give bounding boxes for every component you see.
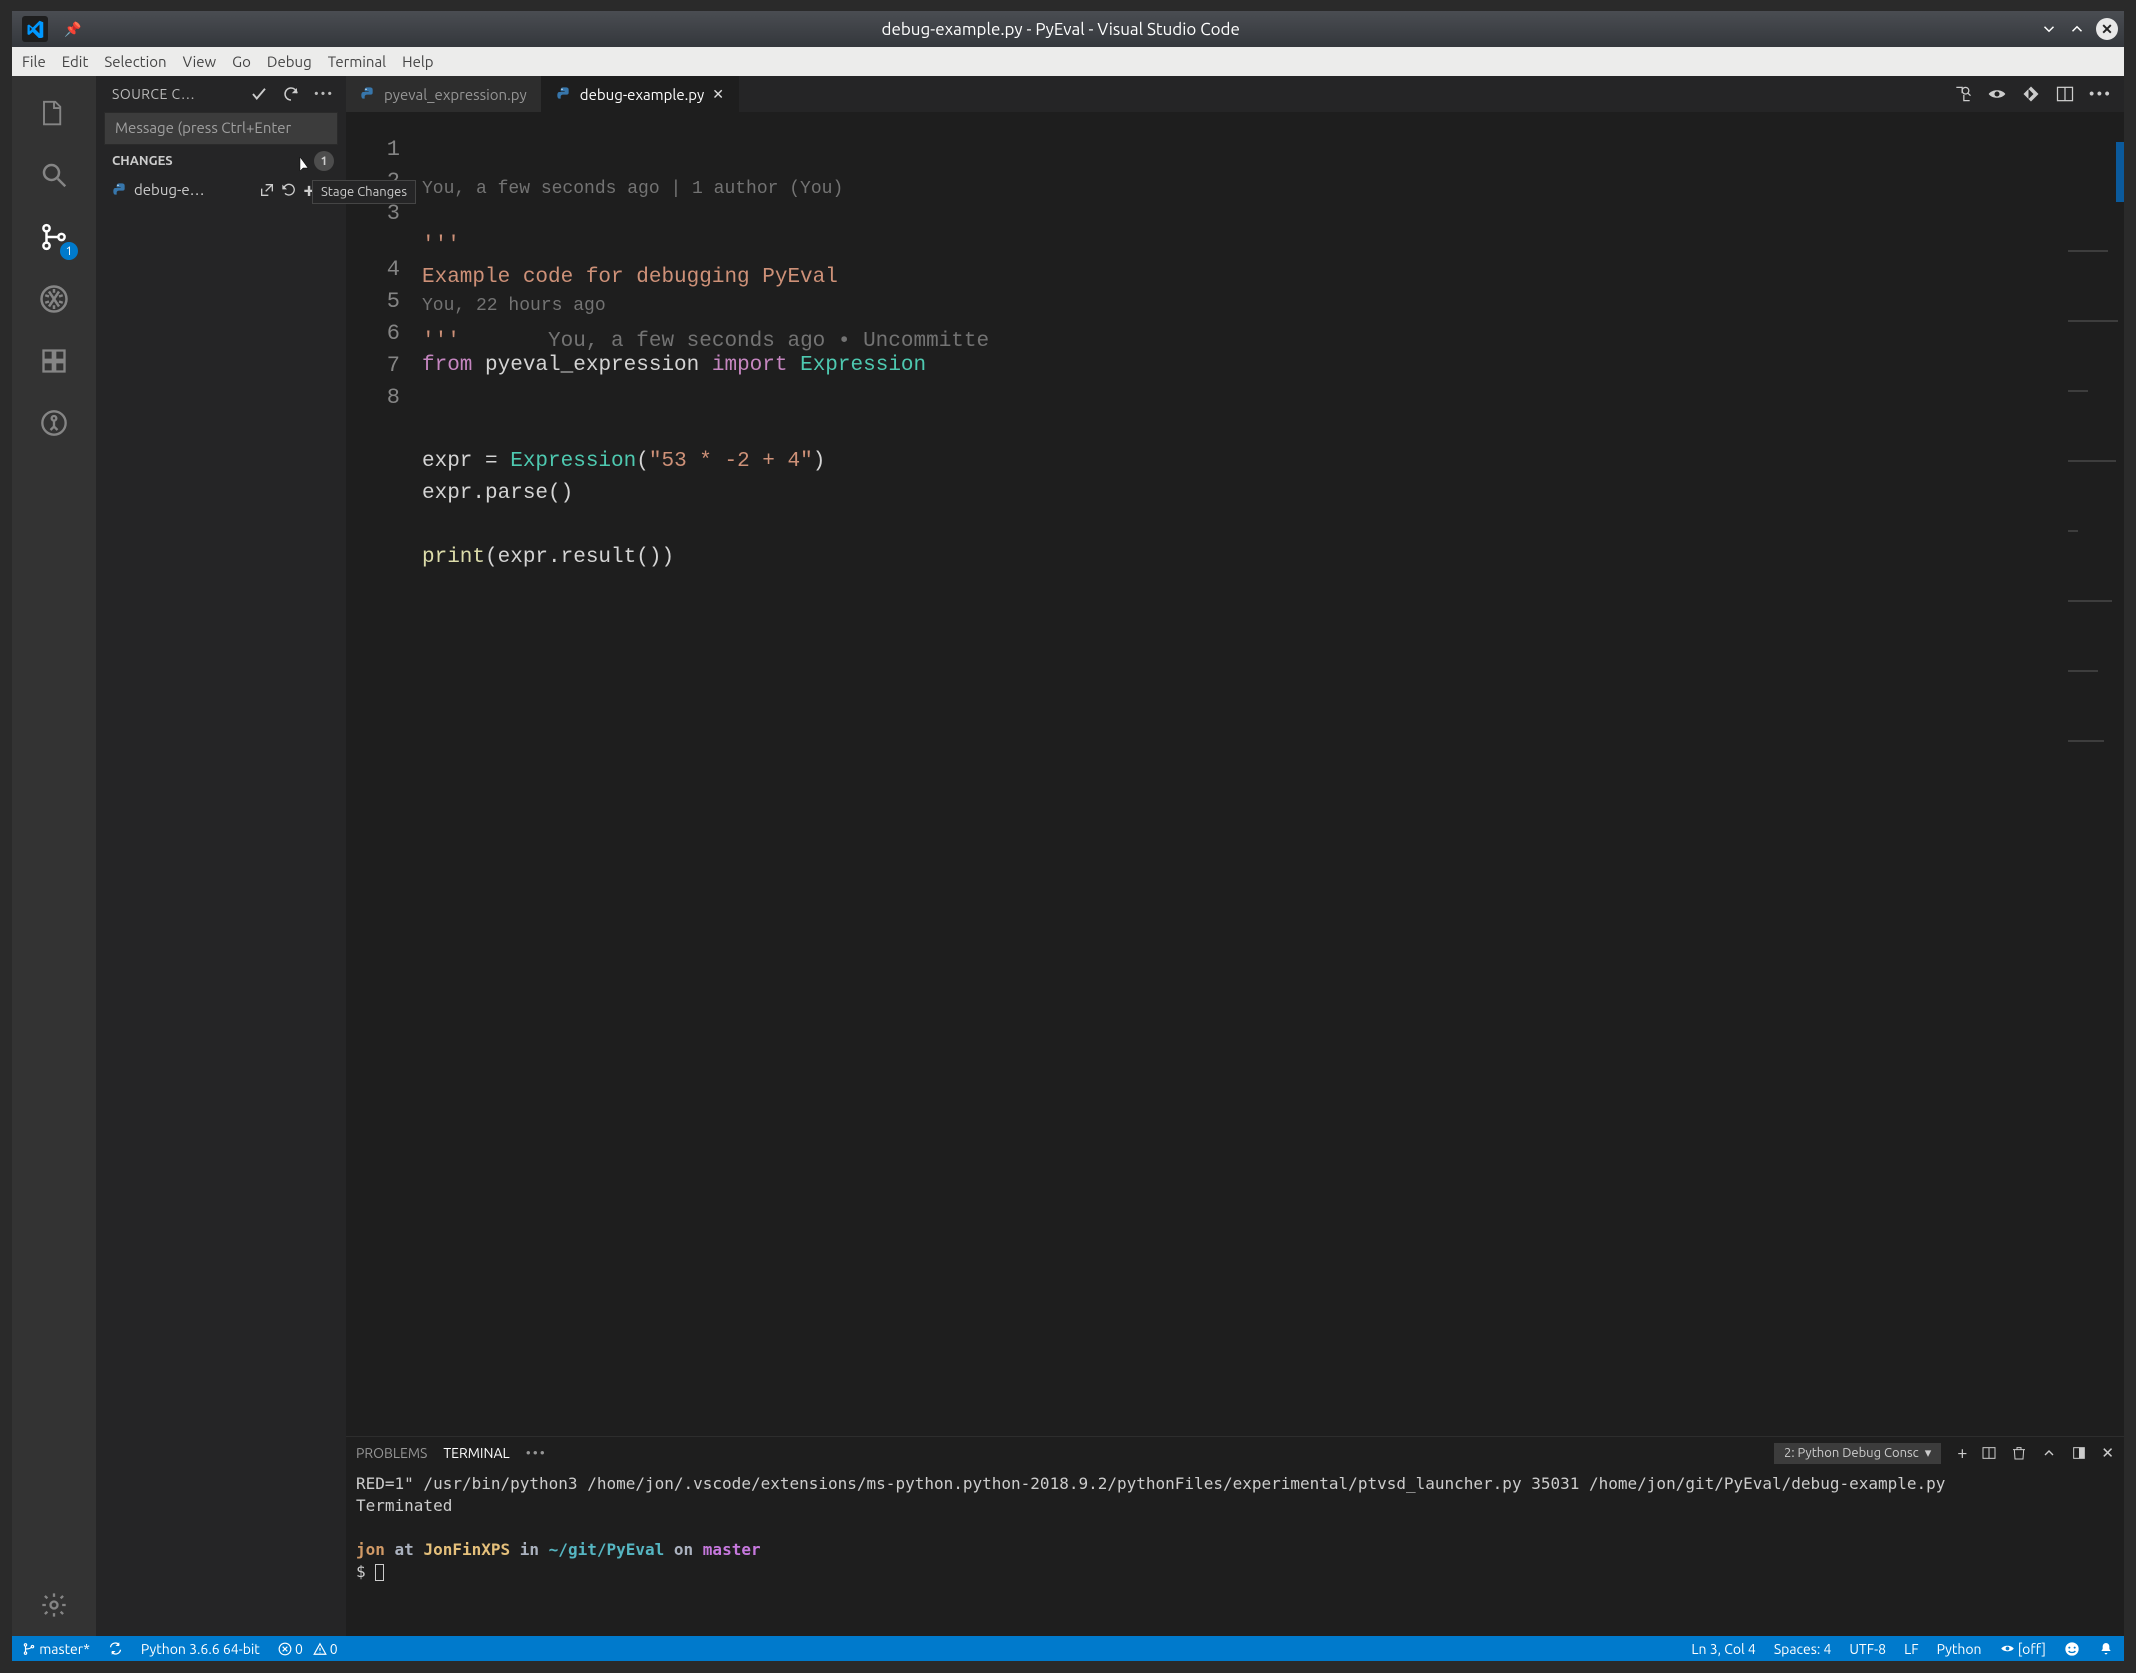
python-icon bbox=[556, 86, 572, 102]
chevron-up-icon[interactable] bbox=[2068, 20, 2086, 38]
menu-view[interactable]: View bbox=[183, 53, 217, 70]
activity-debug[interactable] bbox=[12, 268, 96, 330]
tooltip: Stage Changes bbox=[312, 180, 416, 204]
statusbar: master* Python 3.6.6 64-bit 0 0 Ln 3, Co… bbox=[12, 1636, 2124, 1661]
menu-help[interactable]: Help bbox=[402, 53, 433, 70]
errors-status[interactable]: 0 0 bbox=[278, 1641, 338, 1657]
menu-selection[interactable]: Selection bbox=[104, 53, 166, 70]
change-filename: debug-e… bbox=[134, 181, 253, 198]
gutter: 1 2 3 4 5 6 7 8 bbox=[346, 112, 418, 1436]
blame-annotation: You, 22 hours ago bbox=[422, 294, 2124, 318]
window-title: debug-example.py - PyEval - Visual Studi… bbox=[81, 20, 2040, 39]
problems-tab[interactable]: PROBLEMS bbox=[356, 1445, 427, 1461]
eol-status[interactable]: LF bbox=[1904, 1641, 1919, 1657]
python-status[interactable]: Python 3.6.6 64-bit bbox=[141, 1641, 260, 1657]
branch-status[interactable]: master* bbox=[22, 1641, 90, 1657]
bell-icon[interactable] bbox=[2098, 1641, 2114, 1657]
activity-explorer[interactable] bbox=[12, 82, 96, 144]
blame-annotation: You, a few seconds ago | 1 author (You) bbox=[422, 180, 2124, 198]
close-tab-icon[interactable]: ✕ bbox=[712, 86, 724, 103]
more-icon[interactable]: ••• bbox=[2089, 85, 2112, 103]
sync-icon[interactable] bbox=[108, 1641, 123, 1656]
feedback-icon[interactable] bbox=[2064, 1641, 2080, 1657]
more-icon[interactable]: ••• bbox=[314, 87, 334, 101]
tab-active[interactable]: debug-example.py ✕ bbox=[542, 76, 739, 112]
toggle-icon[interactable] bbox=[1987, 84, 2007, 104]
tab-label: pyeval_expression.py bbox=[384, 86, 527, 103]
menubar: File Edit Selection View Go Debug Termin… bbox=[12, 47, 2124, 76]
language-status[interactable]: Python bbox=[1937, 1641, 1982, 1657]
more-icon[interactable]: ••• bbox=[526, 1445, 547, 1461]
cursor-position[interactable]: Ln 3, Col 4 bbox=[1691, 1641, 1755, 1657]
lens-status[interactable]: [off] bbox=[2000, 1641, 2046, 1657]
terminal-body[interactable]: RED=1" /usr/bin/python3 /home/jon/.vscod… bbox=[346, 1469, 2124, 1636]
tab-inactive[interactable]: pyeval_expression.py bbox=[346, 76, 542, 112]
changes-heading: CHANGES bbox=[112, 154, 173, 168]
code-editor[interactable]: 1 2 3 4 5 6 7 8 You, a few seconds ago |… bbox=[346, 112, 2124, 1436]
encoding-status[interactable]: UTF-8 bbox=[1849, 1641, 1886, 1657]
terminal-selector[interactable]: 2: Python Debug Consc▾ bbox=[1774, 1443, 1941, 1464]
close-icon[interactable]: ✕ bbox=[2096, 18, 2118, 40]
menu-debug[interactable]: Debug bbox=[267, 53, 312, 70]
python-icon bbox=[360, 86, 376, 102]
editor-area: pyeval_expression.py debug-example.py ✕ … bbox=[346, 76, 2124, 1636]
menu-go[interactable]: Go bbox=[232, 53, 251, 70]
terminal-panel: PROBLEMS TERMINAL ••• 2: Python Debug Co… bbox=[346, 1436, 2124, 1636]
scm-badge: 1 bbox=[60, 242, 78, 260]
close-panel-icon[interactable]: ✕ bbox=[2101, 1444, 2114, 1462]
activity-scm[interactable]: 1 bbox=[12, 206, 96, 268]
commit-message-input[interactable]: Message (press Ctrl+Enter bbox=[104, 112, 338, 145]
change-row[interactable]: debug-e… + M bbox=[96, 175, 346, 204]
maximize-icon[interactable] bbox=[2071, 1445, 2087, 1461]
tabbar: pyeval_expression.py debug-example.py ✕ … bbox=[346, 76, 2124, 112]
menu-terminal[interactable]: Terminal bbox=[328, 53, 386, 70]
code-text[interactable]: You, a few seconds ago | 1 author (You) … bbox=[422, 112, 2124, 1436]
split-terminal-icon[interactable] bbox=[1981, 1445, 1997, 1461]
open-file-icon[interactable] bbox=[259, 182, 275, 198]
activity-search[interactable] bbox=[12, 144, 96, 206]
chevron-up-icon[interactable] bbox=[2041, 1445, 2057, 1461]
activity-bar: 1 bbox=[12, 76, 96, 1636]
activity-extensions[interactable] bbox=[12, 330, 96, 392]
scm-title: SOURCE C… bbox=[96, 86, 250, 102]
activity-gitlens[interactable] bbox=[12, 392, 96, 454]
scm-sidebar: SOURCE C… ••• Message (press Ctrl+Enter … bbox=[96, 76, 346, 1636]
discard-icon[interactable] bbox=[281, 182, 297, 198]
terminal-tab[interactable]: TERMINAL bbox=[443, 1445, 509, 1461]
python-icon bbox=[112, 182, 128, 198]
indent-status[interactable]: Spaces: 4 bbox=[1774, 1641, 1832, 1657]
trash-icon[interactable] bbox=[2011, 1445, 2027, 1461]
activity-settings[interactable] bbox=[12, 1574, 96, 1636]
pin-icon[interactable]: 📌 bbox=[64, 21, 81, 38]
cursor-icon bbox=[294, 155, 314, 179]
menu-edit[interactable]: Edit bbox=[62, 53, 89, 70]
chevron-down-icon[interactable] bbox=[2040, 20, 2058, 38]
refresh-icon[interactable] bbox=[282, 85, 300, 103]
vscode-icon bbox=[22, 16, 48, 42]
commit-icon[interactable] bbox=[250, 85, 268, 103]
minimap[interactable] bbox=[2064, 112, 2124, 1436]
tab-label: debug-example.py bbox=[580, 86, 705, 103]
titlebar: 📌 debug-example.py - PyEval - Visual Stu… bbox=[12, 11, 2124, 47]
changes-count: 1 bbox=[314, 151, 334, 171]
new-terminal-icon[interactable]: + bbox=[1957, 1443, 1967, 1463]
diff-icon[interactable] bbox=[1953, 84, 1973, 104]
split-icon[interactable] bbox=[2055, 84, 2075, 104]
revert-icon[interactable] bbox=[2021, 84, 2041, 104]
menu-file[interactable]: File bbox=[22, 53, 46, 70]
